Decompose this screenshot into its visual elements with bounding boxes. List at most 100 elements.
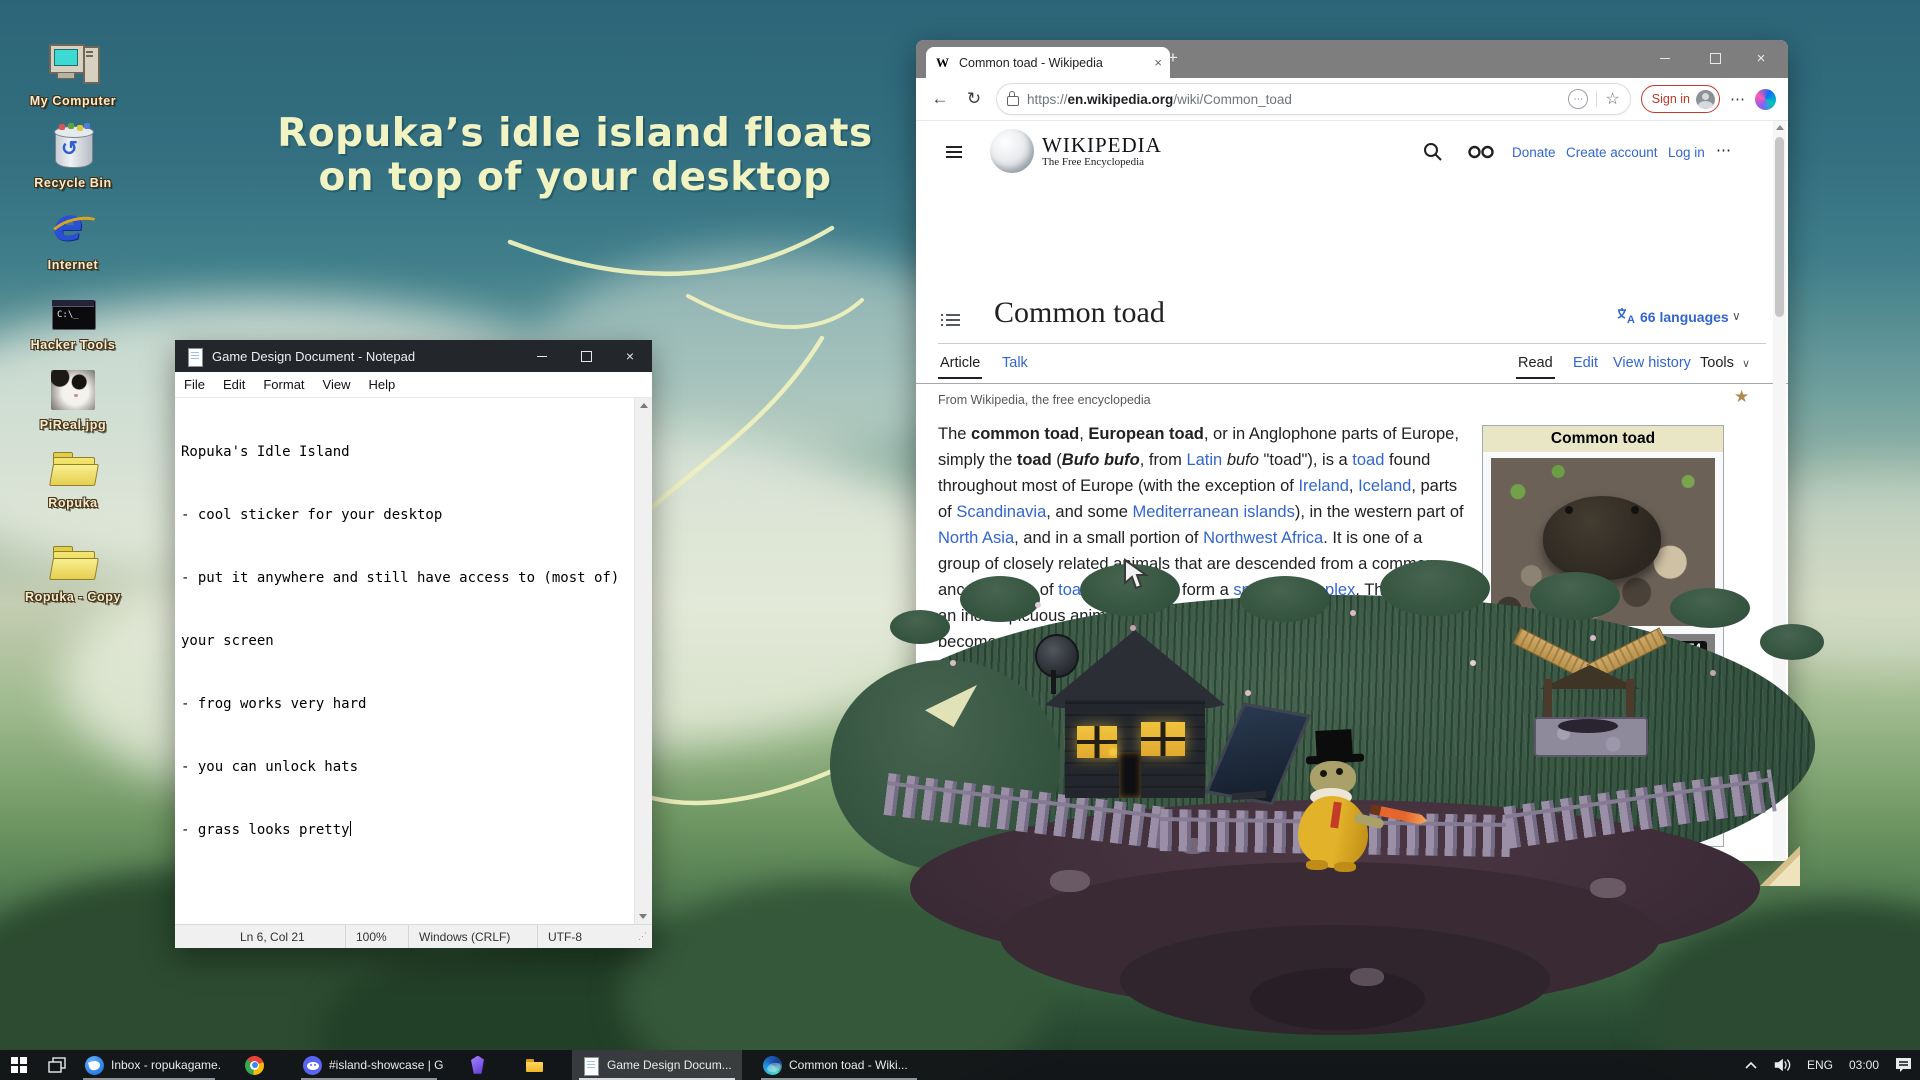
folder-front bbox=[49, 464, 99, 486]
browser-tab[interactable]: W Common toad - Wikipedia × bbox=[926, 47, 1170, 78]
notepad-statusbar: Ln 6, Col 21 100% Windows (CRLF) UTF-8 ⋰ bbox=[175, 924, 652, 948]
task-view-button[interactable] bbox=[38, 1050, 76, 1080]
article-link[interactable]: Scandinavia bbox=[956, 503, 1046, 521]
tab-tools[interactable]: Tools bbox=[1698, 349, 1736, 377]
address-bar[interactable]: https://en.wikipedia.org/wiki/Common_toa… bbox=[996, 83, 1631, 115]
caption-line-1: Ropuka’s idle island floats bbox=[250, 112, 900, 156]
article-link[interactable]: Ireland bbox=[1298, 477, 1348, 495]
minimize-icon bbox=[1660, 58, 1670, 59]
close-button[interactable]: × bbox=[608, 340, 652, 372]
menu-file[interactable]: File bbox=[175, 377, 214, 392]
folder-icon bbox=[47, 448, 99, 490]
log-in-link[interactable]: Log in bbox=[1668, 145, 1705, 160]
notepad-title: Game Design Document - Notepad bbox=[212, 349, 520, 364]
action-center-button[interactable] bbox=[1887, 1050, 1920, 1080]
wiki-menu-button[interactable] bbox=[940, 137, 968, 167]
taskbar-item-chrome[interactable] bbox=[236, 1050, 294, 1080]
clock[interactable]: 03:00 bbox=[1841, 1050, 1887, 1080]
desktop-icon-pireal-jpg[interactable]: PiReal.jpg bbox=[18, 368, 128, 432]
start-button[interactable] bbox=[0, 1050, 38, 1080]
taskbar-item-edge[interactable]: Common toad - Wiki... bbox=[754, 1050, 924, 1080]
frog-eyes bbox=[1336, 768, 1343, 775]
tab-article[interactable]: Article bbox=[938, 349, 982, 379]
desktop-icon-hacker-tools[interactable]: C:\_ Hacker Tools bbox=[18, 296, 128, 352]
taskbar-item-explorer[interactable] bbox=[516, 1050, 572, 1080]
tray-expand-button[interactable] bbox=[1737, 1050, 1765, 1080]
toc-icon[interactable] bbox=[946, 311, 960, 329]
ropuka-idle-island[interactable] bbox=[830, 540, 1840, 1010]
desktop-icon-my-computer[interactable]: My Computer bbox=[18, 40, 128, 108]
article-link[interactable]: Iceland bbox=[1358, 477, 1411, 495]
tower-slots bbox=[86, 51, 93, 53]
create-account-link[interactable]: Create account bbox=[1566, 145, 1658, 160]
article-link[interactable]: Latin bbox=[1186, 451, 1222, 469]
divider bbox=[1596, 91, 1597, 107]
monitor-screen bbox=[54, 49, 78, 66]
taskbar-item-obsidian[interactable] bbox=[460, 1050, 516, 1080]
desktop-icon-recycle-bin[interactable]: ↺ Recycle Bin bbox=[18, 122, 128, 190]
language-indicator[interactable]: ENG bbox=[1799, 1050, 1841, 1080]
menu-edit[interactable]: Edit bbox=[214, 377, 254, 392]
translate-icon[interactable]: A bbox=[1616, 307, 1636, 325]
browser-menu-icon[interactable]: ⋯ bbox=[1730, 90, 1745, 108]
appearance-glasses-icon[interactable] bbox=[1468, 145, 1494, 159]
tools-chevron-icon[interactable]: ∨ bbox=[1742, 357, 1750, 370]
tab-read[interactable]: Read bbox=[1516, 349, 1555, 379]
window-close-button[interactable]: × bbox=[1738, 40, 1784, 76]
article-link[interactable]: toad bbox=[1352, 451, 1384, 469]
reload-button[interactable]: ↻ bbox=[962, 89, 986, 109]
frog-character[interactable] bbox=[1270, 730, 1400, 875]
favorite-star-icon[interactable]: ☆ bbox=[1605, 89, 1619, 109]
languages-count[interactable]: 66 languages bbox=[1640, 309, 1729, 325]
volume-button[interactable] bbox=[1765, 1050, 1799, 1080]
menu-format[interactable]: Format bbox=[254, 377, 313, 392]
paragraph-text: , and some bbox=[1046, 503, 1132, 521]
grass-tuft bbox=[1760, 624, 1824, 660]
wikipedia-wordmark[interactable]: WIKIPEDIA The Free Encyclopedia bbox=[1042, 133, 1162, 168]
back-button[interactable]: ← bbox=[928, 89, 952, 109]
page-curl[interactable] bbox=[1760, 846, 1800, 886]
text-line: Ropuka's Idle Island bbox=[181, 442, 630, 463]
site-permissions-icon[interactable]: ⋯ bbox=[1568, 89, 1588, 109]
notepad-editor[interactable]: Ropuka's Idle Island - cool sticker for … bbox=[175, 398, 652, 924]
scroll-thumb[interactable] bbox=[1775, 137, 1784, 317]
minimize-button[interactable] bbox=[520, 340, 564, 372]
search-icon[interactable] bbox=[1422, 141, 1444, 163]
grass-tuft bbox=[890, 610, 950, 644]
wiki-more-icon[interactable]: ⋯ bbox=[1716, 141, 1731, 159]
taskbar-item-mail[interactable]: Inbox - ropukagame... bbox=[76, 1050, 222, 1080]
infobox-title: Common toad bbox=[1483, 426, 1723, 452]
desktop-icon-ropuka-copy[interactable]: Ropuka - Copy bbox=[18, 542, 128, 604]
notepad-scrollbar[interactable] bbox=[634, 398, 652, 924]
paragraph-text: , from bbox=[1140, 451, 1187, 469]
notepad-titlebar[interactable]: Game Design Document - Notepad × bbox=[175, 340, 652, 372]
tab-view-history[interactable]: View history bbox=[1611, 349, 1693, 377]
desktop-icon-internet[interactable]: e Internet bbox=[18, 204, 128, 272]
paragraph-text: ), in the western part of bbox=[1295, 503, 1464, 521]
resize-grip[interactable]: ⋰ bbox=[638, 931, 652, 942]
menu-view[interactable]: View bbox=[314, 377, 360, 392]
window-minimize-button[interactable] bbox=[1642, 40, 1688, 76]
article-link[interactable]: Mediterranean islands bbox=[1132, 503, 1294, 521]
menu-help[interactable]: Help bbox=[359, 377, 404, 392]
paragraph-text: ( bbox=[1052, 451, 1062, 469]
browser-titlebar[interactable]: W Common toad - Wikipedia × + × bbox=[916, 40, 1788, 78]
tab-close-icon[interactable]: × bbox=[1154, 55, 1162, 70]
watchstar-icon[interactable]: ★ bbox=[1734, 387, 1749, 407]
window-maximize-button[interactable] bbox=[1692, 40, 1738, 76]
tab-talk[interactable]: Talk bbox=[1000, 349, 1030, 377]
url-scheme: https:// bbox=[1027, 92, 1068, 107]
donate-link[interactable]: Donate bbox=[1512, 145, 1556, 160]
notepad-menubar: File Edit Format View Help bbox=[175, 372, 652, 398]
maximize-button[interactable] bbox=[564, 340, 608, 372]
new-tab-button[interactable]: + bbox=[1168, 48, 1178, 68]
taskbar-item-notepad[interactable]: Game Design Docum... bbox=[572, 1050, 742, 1080]
desktop-icon-ropuka[interactable]: Ropuka bbox=[18, 448, 128, 510]
icon-label: Ropuka - Copy bbox=[25, 590, 121, 604]
sign-in-button[interactable]: Sign in bbox=[1641, 85, 1720, 113]
tab-edit[interactable]: Edit bbox=[1571, 349, 1600, 377]
copilot-icon[interactable] bbox=[1755, 89, 1776, 110]
languages-chevron-icon[interactable]: ∨ bbox=[1732, 309, 1741, 323]
taskbar-item-discord[interactable]: #island-showcase | G... bbox=[294, 1050, 444, 1080]
wikipedia-globe-logo[interactable] bbox=[990, 129, 1034, 173]
